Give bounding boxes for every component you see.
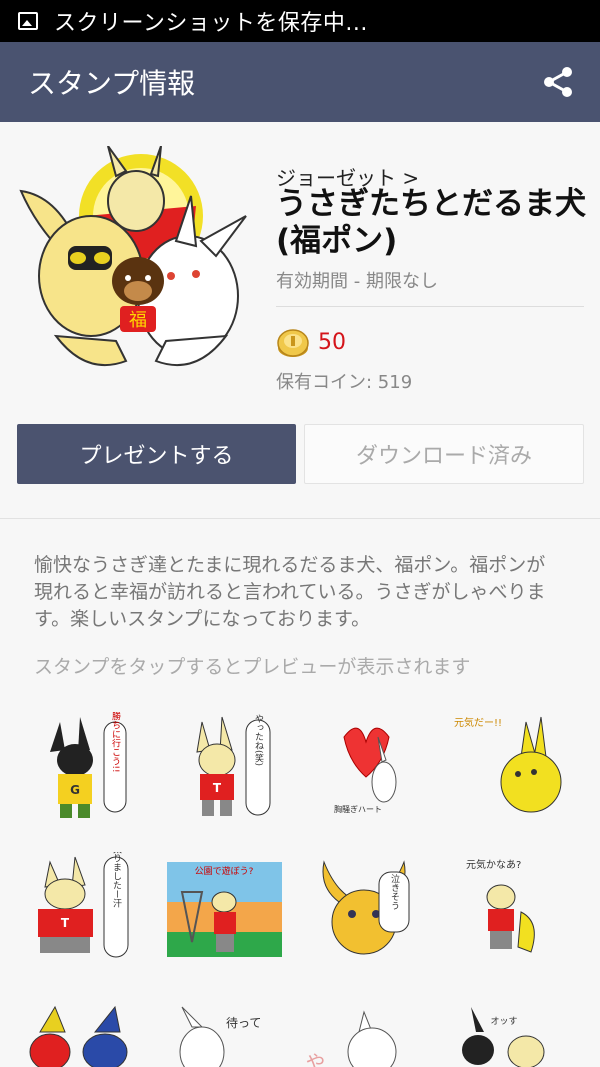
sticker-item[interactable]: 泣きそう <box>304 852 429 962</box>
content-area: 福 ジョーゼット > うさぎたちとだるま犬(福ポン) 有効期間 - 期限なし 5… <box>0 122 600 1067</box>
main-sticker-image: 福 <box>19 146 247 367</box>
page-title: スタンプ情報 <box>28 67 196 100</box>
sticker-caption: 待って <box>226 1016 261 1030</box>
sticker-caption: やったね(笑) <box>253 714 264 766</box>
package-title: うさぎたちとだるま犬(福ポン) <box>276 186 586 259</box>
divider <box>276 306 584 307</box>
sticker-caption: 太りましたー汗 <box>111 852 122 908</box>
sticker-item[interactable]: やあ <box>304 1002 429 1067</box>
image-icon <box>18 12 38 30</box>
sticker-caption: 勝ちに行こう!! <box>110 712 121 773</box>
coin-balance-text: 保有コイン: 519 <box>276 372 413 393</box>
package-info: 福 ジョーゼット > うさぎたちとだるま犬(福ポン) 有効期間 - 期限なし 5… <box>0 122 600 518</box>
sticker-item[interactable]: 元気かなあ? <box>446 852 571 962</box>
section-divider <box>0 518 600 519</box>
present-button[interactable]: プレゼントする <box>17 424 296 484</box>
sticker-caption: 胸騒ぎハート <box>334 804 382 814</box>
sticker-caption: 元気だー!! <box>454 716 502 729</box>
status-bar: スクリーンショットを保存中... <box>0 0 600 42</box>
status-text: スクリーンショットを保存中... <box>54 11 368 36</box>
sticker-caption: 公園で遊ぼう? <box>195 865 254 877</box>
sticker-item[interactable]: 胸騒ぎハート <box>304 712 429 822</box>
svg-text:G: G <box>70 783 80 797</box>
downloaded-button[interactable]: ダウンロード済み <box>304 424 584 484</box>
share-icon[interactable] <box>542 66 574 98</box>
svg-text:T: T <box>213 781 222 795</box>
sticker-item[interactable]: G 勝ちに行こう!! <box>20 712 145 822</box>
sticker-item[interactable]: 待って <box>162 1002 287 1067</box>
app-bar: スタンプ情報 <box>0 42 600 122</box>
sticker-item[interactable]: オッす <box>446 1002 571 1067</box>
sticker-caption: 泣きそう <box>389 873 400 910</box>
package-description: 愉快なうさぎ達とたまに現れるだるま犬、福ポン。福ポンが現れると幸福が訪れると言わ… <box>34 554 546 630</box>
preview-hint: スタンプをタップするとプレビューが表示されます <box>34 656 471 678</box>
sticker-item[interactable] <box>20 1002 145 1067</box>
main-sticker-text: 福 <box>129 310 147 331</box>
sticker-caption: やあ <box>304 1052 326 1067</box>
sticker-caption: オッす <box>490 1016 517 1027</box>
sticker-item[interactable]: 元気だー!! <box>446 712 571 822</box>
coin-icon <box>277 329 309 357</box>
validity-text: 有効期間 - 期限なし <box>276 271 438 292</box>
sticker-item[interactable]: T やったね(笑) <box>162 712 287 822</box>
price-text: 50 <box>318 330 346 355</box>
sticker-item[interactable]: T 太りましたー汗 <box>20 852 145 962</box>
sticker-caption: 元気かなあ? <box>466 858 521 871</box>
svg-text:T: T <box>61 916 70 930</box>
sticker-item[interactable]: 公園で遊ぼう? <box>162 852 287 962</box>
